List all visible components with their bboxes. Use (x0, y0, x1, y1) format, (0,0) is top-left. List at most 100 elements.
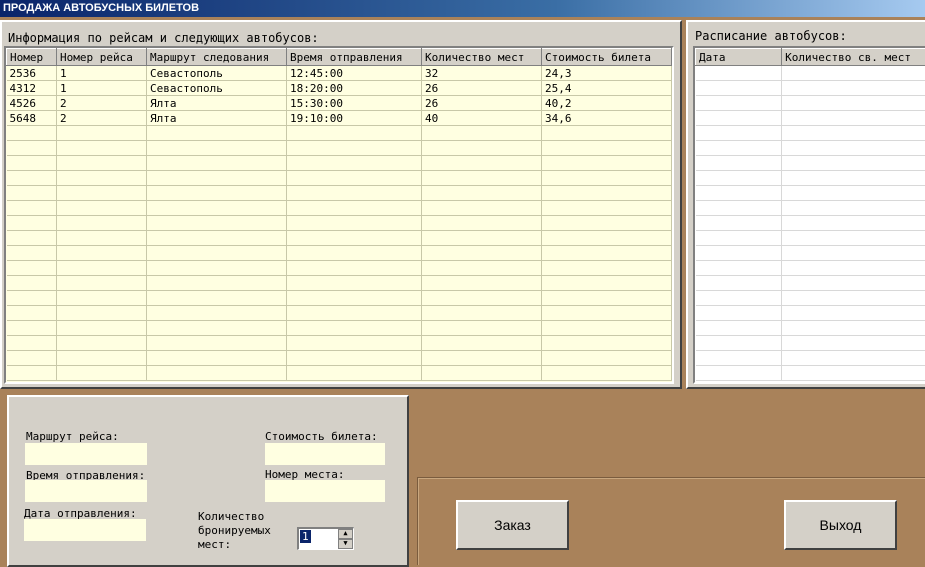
schedule-row[interactable] (696, 201, 925, 216)
flights-row[interactable] (7, 216, 672, 231)
schedule-row[interactable] (696, 246, 925, 261)
flights-cell (422, 216, 542, 231)
schedule-cell (696, 216, 782, 231)
flights-row[interactable] (7, 291, 672, 306)
flights-column-header[interactable]: Номер рейса (57, 49, 147, 66)
schedule-cell (782, 336, 925, 351)
flights-cell (422, 246, 542, 261)
schedule-column-header[interactable]: Дата (696, 49, 782, 66)
schedule-row[interactable] (696, 306, 925, 321)
flights-cell (422, 336, 542, 351)
flights-cell (287, 141, 422, 156)
flights-row[interactable]: 56482Ялта19:10:004034,6 (7, 111, 672, 126)
schedule-cell (782, 231, 925, 246)
schedule-row[interactable] (696, 186, 925, 201)
schedule-row[interactable] (696, 81, 925, 96)
flights-cell (542, 156, 672, 171)
flights-caption: Информация по рейсам и следующих автобус… (8, 31, 319, 45)
flights-cell (57, 126, 147, 141)
flights-row[interactable] (7, 306, 672, 321)
flights-row[interactable] (7, 171, 672, 186)
flights-cell (147, 336, 287, 351)
route-field[interactable] (25, 443, 147, 465)
flights-cell (542, 336, 672, 351)
flights-row[interactable] (7, 261, 672, 276)
spin-up-icon[interactable]: ▲ (338, 529, 353, 539)
flights-column-header[interactable]: Номер (7, 49, 57, 66)
schedule-row[interactable] (696, 321, 925, 336)
flights-row[interactable] (7, 231, 672, 246)
flights-row[interactable] (7, 246, 672, 261)
flights-cell: 2 (57, 111, 147, 126)
flights-cell: 19:10:00 (287, 111, 422, 126)
flights-row[interactable] (7, 366, 672, 381)
price-field[interactable] (265, 443, 385, 465)
schedule-row[interactable] (696, 216, 925, 231)
flights-cell (57, 321, 147, 336)
flights-cell (147, 231, 287, 246)
flights-cell (287, 366, 422, 381)
flights-cell (7, 246, 57, 261)
schedule-row[interactable] (696, 291, 925, 306)
schedule-column-header[interactable]: Количество св. мест (782, 49, 925, 66)
flights-row[interactable] (7, 156, 672, 171)
flights-cell (422, 171, 542, 186)
flights-row[interactable] (7, 276, 672, 291)
schedule-row[interactable] (696, 351, 925, 366)
price-label: Стоимость билета: (265, 430, 378, 443)
schedule-row[interactable] (696, 336, 925, 351)
flights-row[interactable]: 45262Ялта15:30:002640,2 (7, 96, 672, 111)
schedule-table: ДатаКоличество св. мест (695, 48, 925, 381)
booked-count-label-1: Количество (198, 510, 264, 523)
schedule-cell (782, 156, 925, 171)
schedule-row[interactable] (696, 126, 925, 141)
flights-column-header[interactable]: Стоимость билета (542, 49, 672, 66)
flights-cell (287, 291, 422, 306)
flights-cell (57, 186, 147, 201)
schedule-row[interactable] (696, 96, 925, 111)
schedule-cell (696, 111, 782, 126)
flights-cell (287, 306, 422, 321)
flights-cell (542, 306, 672, 321)
schedule-row[interactable] (696, 261, 925, 276)
flights-cell (287, 276, 422, 291)
flights-grid[interactable]: НомерНомер рейсаМаршрут следованияВремя … (4, 46, 674, 384)
flights-row[interactable] (7, 201, 672, 216)
flights-cell: 25,4 (542, 81, 672, 96)
exit-button[interactable]: Выход (784, 500, 897, 550)
schedule-row[interactable] (696, 111, 925, 126)
flights-row[interactable] (7, 186, 672, 201)
schedule-row[interactable] (696, 231, 925, 246)
schedule-row[interactable] (696, 276, 925, 291)
flights-cell (422, 261, 542, 276)
flights-cell: 26 (422, 96, 542, 111)
flights-cell (7, 216, 57, 231)
flights-column-header[interactable]: Маршрут следования (147, 49, 287, 66)
flights-row[interactable] (7, 351, 672, 366)
flights-column-header[interactable]: Количество мест (422, 49, 542, 66)
flights-row[interactable]: 25361Севастополь12:45:003224,3 (7, 66, 672, 81)
schedule-row[interactable] (696, 141, 925, 156)
flights-cell (287, 261, 422, 276)
flights-row[interactable]: 43121Севастополь18:20:002625,4 (7, 81, 672, 96)
schedule-row[interactable] (696, 366, 925, 381)
flights-row[interactable] (7, 336, 672, 351)
flights-column-header[interactable]: Время отправления (287, 49, 422, 66)
schedule-grid[interactable]: ДатаКоличество св. мест (693, 46, 925, 384)
flights-cell (542, 171, 672, 186)
time-field[interactable] (25, 480, 147, 502)
flights-cell (542, 351, 672, 366)
schedule-row[interactable] (696, 156, 925, 171)
flights-row[interactable] (7, 321, 672, 336)
spin-down-icon[interactable]: ▼ (338, 539, 353, 549)
flights-row[interactable] (7, 126, 672, 141)
schedule-row[interactable] (696, 66, 925, 81)
flights-cell (57, 216, 147, 231)
schedule-row[interactable] (696, 171, 925, 186)
flights-row[interactable] (7, 141, 672, 156)
flights-cell (422, 126, 542, 141)
seat-field[interactable] (265, 480, 385, 502)
order-button[interactable]: Заказ (456, 500, 569, 550)
booked-count-spinner[interactable]: 1 ▲ ▼ (297, 527, 354, 550)
date-field[interactable] (24, 519, 146, 541)
